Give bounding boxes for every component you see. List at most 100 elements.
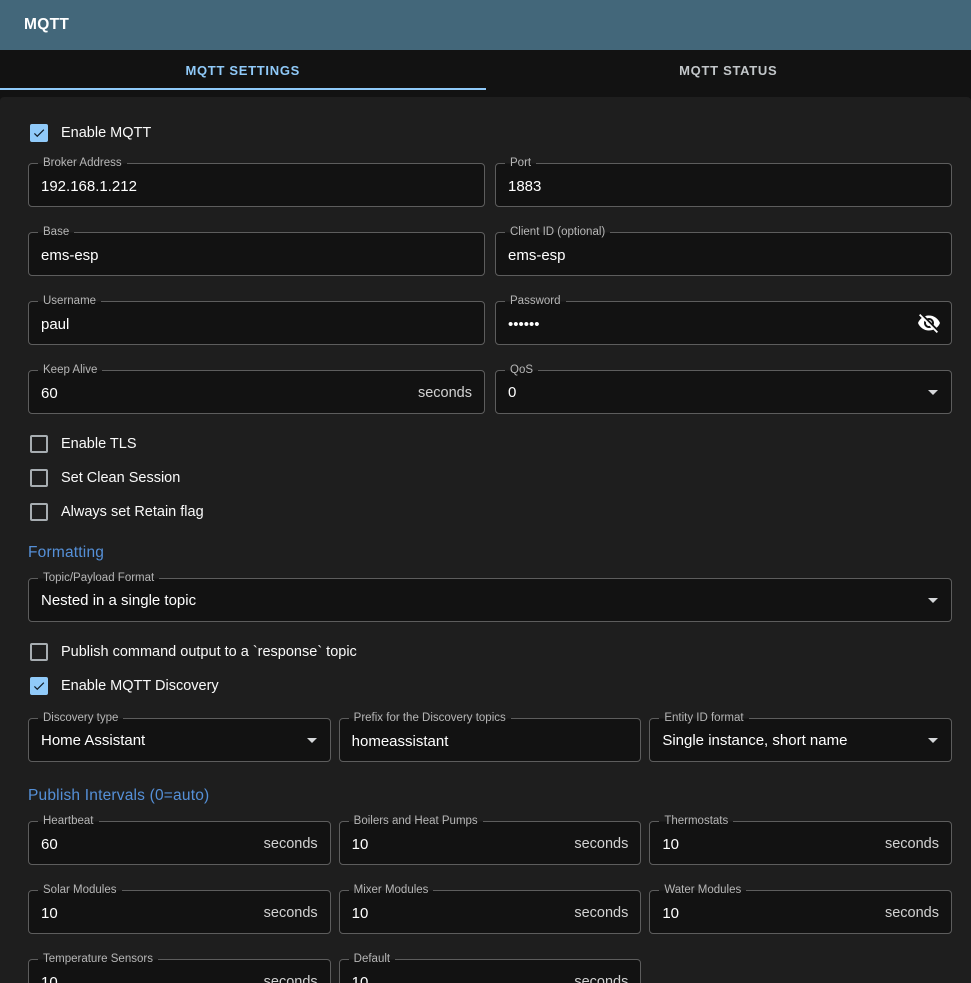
thermostats-interval-input[interactable] [662, 836, 877, 853]
checkbox-icon [30, 677, 48, 695]
publish-intervals-section-heading: Publish Intervals (0=auto) [28, 787, 952, 805]
mqtt-settings-form: Enable MQTT Broker Address Port Base Cli… [0, 97, 971, 983]
visibility-off-icon [917, 311, 941, 335]
topic-payload-format-value: Nested in a single topic [41, 591, 921, 611]
checkbox-icon [30, 503, 48, 521]
qos-value: 0 [508, 383, 921, 403]
field-label: Topic/Payload Format [38, 572, 159, 585]
water-interval-input[interactable] [662, 905, 877, 922]
seconds-suffix: seconds [885, 905, 939, 921]
intervals-row-1: Heartbeat seconds Boilers and Heat Pumps… [28, 821, 952, 865]
solar-interval-field: Solar Modules seconds [28, 890, 331, 934]
base-clientid-row: Base Client ID (optional) [28, 232, 952, 276]
field-label: Client ID (optional) [505, 226, 610, 239]
port-input[interactable] [508, 178, 939, 195]
intervals-row-2: Solar Modules seconds Mixer Modules seco… [28, 890, 952, 934]
keepalive-qos-row: Keep Alive seconds QoS 0 [28, 370, 952, 414]
check-icon [32, 678, 46, 694]
formatting-section-heading: Formatting [28, 544, 952, 562]
active-tab-indicator [0, 88, 486, 90]
temperature-sensors-interval-field: Temperature Sensors seconds [28, 959, 331, 983]
seconds-suffix: seconds [574, 836, 628, 852]
field-label: Broker Address [38, 157, 127, 170]
keep-alive-input[interactable] [41, 385, 410, 402]
field-label: Boilers and Heat Pumps [349, 815, 483, 828]
seconds-suffix: seconds [418, 385, 472, 401]
tab-mqtt-settings[interactable]: MQTT SETTINGS [0, 50, 486, 90]
tab-mqtt-status[interactable]: MQTT STATUS [486, 50, 971, 90]
thermostats-interval-field: Thermostats seconds [649, 821, 952, 865]
discovery-type-value: Home Assistant [41, 731, 300, 751]
heartbeat-interval-field: Heartbeat seconds [28, 821, 331, 865]
keep-alive-field: Keep Alive seconds [28, 370, 485, 414]
topic-format-row: Topic/Payload Format Nested in a single … [28, 578, 952, 622]
chevron-down-icon [921, 728, 945, 752]
port-field: Port [495, 163, 952, 207]
check-icon [32, 125, 46, 141]
field-label: Default [349, 953, 395, 966]
field-label: Temperature Sensors [38, 953, 158, 966]
checkbox-label: Enable MQTT Discovery [61, 678, 219, 694]
discovery-type-select[interactable]: Discovery type Home Assistant [28, 718, 331, 762]
field-label: Base [38, 226, 74, 239]
publish-response-checkbox[interactable]: Publish command output to a `response` t… [30, 640, 952, 664]
seconds-suffix: seconds [264, 905, 318, 921]
seconds-suffix: seconds [574, 905, 628, 921]
entity-id-format-select[interactable]: Entity ID format Single instance, short … [649, 718, 952, 762]
chevron-down-icon [300, 728, 324, 752]
seconds-suffix: seconds [264, 836, 318, 852]
temperature-sensors-interval-input[interactable] [41, 974, 256, 983]
default-interval-input[interactable] [352, 974, 567, 983]
seconds-suffix: seconds [885, 836, 939, 852]
client-id-input[interactable] [508, 247, 939, 264]
water-interval-field: Water Modules seconds [649, 890, 952, 934]
field-label: Discovery type [38, 712, 123, 725]
chevron-down-icon [921, 588, 945, 612]
heartbeat-interval-input[interactable] [41, 836, 256, 853]
field-label: Heartbeat [38, 815, 99, 828]
boilers-interval-input[interactable] [352, 836, 567, 853]
intervals-row-3: Temperature Sensors seconds Default seco… [28, 959, 952, 983]
mixer-interval-field: Mixer Modules seconds [339, 890, 642, 934]
field-label: Thermostats [659, 815, 733, 828]
field-label: Keep Alive [38, 364, 102, 377]
base-input[interactable] [41, 247, 472, 264]
client-id-field: Client ID (optional) [495, 232, 952, 276]
checkbox-label: Always set Retain flag [61, 504, 204, 520]
discovery-prefix-input[interactable] [352, 733, 629, 750]
checkbox-icon [30, 124, 48, 142]
password-field: Password [495, 301, 952, 345]
credentials-row: Username Password [28, 301, 952, 345]
app-header: MQTT [0, 0, 971, 50]
mixer-interval-input[interactable] [352, 905, 567, 922]
seconds-suffix: seconds [264, 974, 318, 983]
retain-flag-checkbox[interactable]: Always set Retain flag [30, 500, 952, 524]
discovery-prefix-field: Prefix for the Discovery topics [339, 718, 642, 762]
chevron-down-icon [921, 380, 945, 404]
seconds-suffix: seconds [574, 974, 628, 983]
solar-interval-input[interactable] [41, 905, 256, 922]
clean-session-checkbox[interactable]: Set Clean Session [30, 466, 952, 490]
topic-payload-format-select[interactable]: Topic/Payload Format Nested in a single … [28, 578, 952, 622]
enable-mqtt-checkbox[interactable]: Enable MQTT [30, 121, 952, 145]
enable-mqtt-discovery-checkbox[interactable]: Enable MQTT Discovery [30, 674, 952, 698]
broker-address-input[interactable] [41, 178, 472, 195]
field-label: Username [38, 295, 101, 308]
checkbox-label: Set Clean Session [61, 470, 180, 486]
entity-id-format-value: Single instance, short name [662, 731, 921, 751]
checkbox-icon [30, 643, 48, 661]
toggle-password-visibility-button[interactable] [917, 311, 941, 335]
checkbox-label: Enable MQTT [61, 125, 151, 141]
username-input[interactable] [41, 316, 472, 333]
broker-port-row: Broker Address Port [28, 163, 952, 207]
default-interval-field: Default seconds [339, 959, 642, 983]
checkbox-label: Publish command output to a `response` t… [61, 644, 357, 660]
broker-address-field: Broker Address [28, 163, 485, 207]
password-input[interactable] [508, 316, 917, 333]
checkbox-icon [30, 469, 48, 487]
username-field: Username [28, 301, 485, 345]
field-label: Entity ID format [659, 712, 748, 725]
qos-select[interactable]: QoS 0 [495, 370, 952, 414]
enable-tls-checkbox[interactable]: Enable TLS [30, 432, 952, 456]
checkbox-icon [30, 435, 48, 453]
